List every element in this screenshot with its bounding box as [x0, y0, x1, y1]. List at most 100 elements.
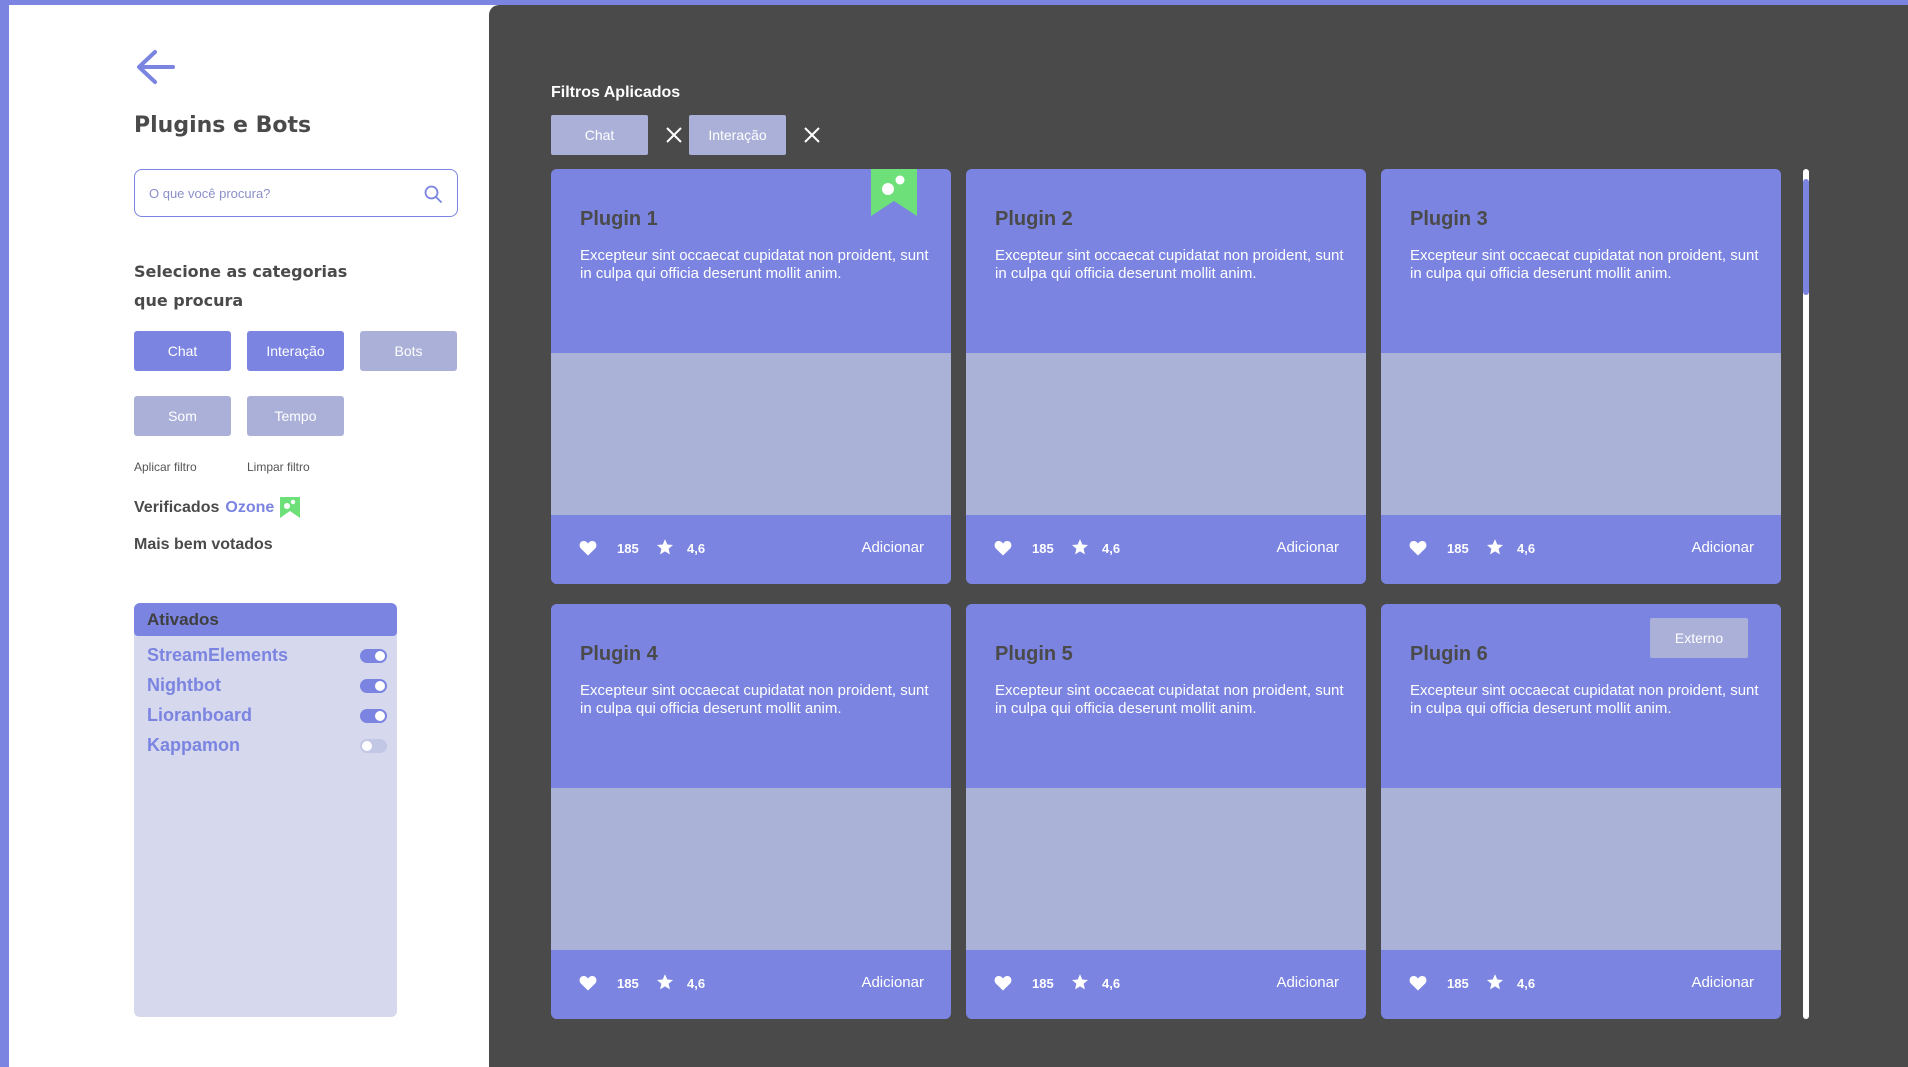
verified-ribbon-icon: [280, 497, 301, 518]
active-item-label: StreamElements: [147, 645, 289, 665]
clear-filter-link[interactable]: Limpar filtro: [247, 460, 310, 474]
star-icon: [1486, 539, 1504, 555]
top-voted-filter[interactable]: Mais bem votados: [134, 536, 273, 554]
verified-filter[interactable]: Verificados Ozone: [134, 497, 301, 518]
rating-value: 4,6: [1517, 976, 1536, 991]
category-interacao-button[interactable]: Interação: [247, 331, 344, 371]
card-description: Excepteur sint occaecat cupidatat non pr…: [995, 682, 1344, 717]
star-icon: [656, 974, 674, 990]
card-footer: 185 4,6 Adicionar: [551, 950, 951, 1019]
card-description: Excepteur sint occaecat cupidatat non pr…: [580, 247, 929, 282]
verified-ribbon-icon: [871, 169, 917, 216]
card-title: Plugin 6: [1410, 643, 1488, 665]
card-footer: 185 4,6 Adicionar: [1381, 515, 1781, 584]
heart-icon[interactable]: [994, 540, 1012, 556]
apply-filter-link[interactable]: Aplicar filtro: [134, 460, 197, 474]
card-description: Excepteur sint occaecat cupidatat non pr…: [1410, 682, 1759, 717]
card-footer: 185 4,6 Adicionar: [966, 515, 1366, 584]
verified-brand: Ozone: [225, 498, 275, 516]
card-title: Plugin 3: [1410, 208, 1488, 230]
category-heading: Selecione as categorias que procura: [134, 257, 394, 315]
streamelements-toggle[interactable]: [360, 649, 387, 663]
close-icon[interactable]: [664, 125, 684, 145]
plugin-card[interactable]: Plugin 2 Excepteur sint occaecat cupidat…: [966, 169, 1366, 584]
applied-filter-chip: Interação: [689, 115, 786, 155]
external-badge: Externo: [1650, 618, 1748, 658]
card-image-placeholder: [1381, 353, 1781, 515]
card-title: Plugin 5: [995, 643, 1073, 665]
main-content: Filtros Aplicados Chat Interação Plugin …: [489, 5, 1908, 1067]
card-header: Plugin 2 Excepteur sint occaecat cupidat…: [966, 169, 1366, 353]
plugin-card[interactable]: Plugin 1 Excepteur sint occaecat cupidat…: [551, 169, 951, 584]
active-item-streamelements: StreamElements: [134, 640, 397, 670]
card-title: Plugin 1: [580, 208, 658, 230]
heart-icon[interactable]: [579, 975, 597, 991]
card-image-placeholder: [551, 353, 951, 515]
lioranboard-toggle[interactable]: [360, 709, 387, 723]
rating-value: 4,6: [687, 541, 706, 556]
add-plugin-button[interactable]: Adicionar: [861, 539, 924, 556]
likes-count: 185: [1447, 976, 1469, 991]
card-footer: 185 4,6 Adicionar: [1381, 950, 1781, 1019]
active-item-lioranboard: Lioranboard: [134, 700, 397, 730]
heart-icon[interactable]: [1409, 540, 1427, 556]
category-bots-button[interactable]: Bots: [360, 331, 457, 371]
add-plugin-button[interactable]: Adicionar: [1276, 539, 1339, 556]
back-arrow-icon[interactable]: [133, 47, 179, 87]
active-item-kappamon: Kappamon: [134, 730, 397, 760]
card-footer: 185 4,6 Adicionar: [966, 950, 1366, 1019]
active-plugins-panel: Ativados StreamElements Nightbot Lioranb…: [134, 603, 397, 1017]
active-item-label: Lioranboard: [147, 705, 253, 725]
card-header: Plugin 4 Excepteur sint occaecat cupidat…: [551, 604, 951, 788]
card-description: Excepteur sint occaecat cupidatat non pr…: [580, 682, 929, 717]
card-title: Plugin 4: [580, 643, 658, 665]
star-icon: [1486, 974, 1504, 990]
category-heading-line1: Selecione as categorias: [134, 262, 348, 281]
heart-icon[interactable]: [579, 540, 597, 556]
scrollbar-thumb[interactable]: [1803, 179, 1809, 295]
category-tempo-button[interactable]: Tempo: [247, 396, 344, 436]
add-plugin-button[interactable]: Adicionar: [1691, 974, 1754, 991]
star-icon: [656, 539, 674, 555]
add-plugin-button[interactable]: Adicionar: [1691, 539, 1754, 556]
card-header: Plugin 3 Excepteur sint occaecat cupidat…: [1381, 169, 1781, 353]
likes-count: 185: [617, 976, 639, 991]
card-header: Plugin 5 Excepteur sint occaecat cupidat…: [966, 604, 1366, 788]
plugin-card[interactable]: Plugin 6 Excepteur sint occaecat cupidat…: [1381, 604, 1781, 1019]
kappamon-toggle[interactable]: [360, 739, 387, 753]
category-som-button[interactable]: Som: [134, 396, 231, 436]
active-item-nightbot: Nightbot: [134, 670, 397, 700]
card-image-placeholder: [551, 788, 951, 950]
rating-value: 4,6: [687, 976, 706, 991]
card-description: Excepteur sint occaecat cupidatat non pr…: [995, 247, 1344, 282]
plugin-card[interactable]: Plugin 4 Excepteur sint occaecat cupidat…: [551, 604, 951, 1019]
search-input[interactable]: [149, 182, 409, 204]
add-plugin-button[interactable]: Adicionar: [861, 974, 924, 991]
card-title: Plugin 2: [995, 208, 1073, 230]
category-heading-line2: que procura: [134, 291, 244, 310]
nightbot-toggle[interactable]: [360, 679, 387, 693]
search-icon[interactable]: [423, 184, 443, 204]
verified-label: Verificados: [134, 498, 220, 516]
plugin-card[interactable]: Plugin 3 Excepteur sint occaecat cupidat…: [1381, 169, 1781, 584]
heart-icon[interactable]: [994, 975, 1012, 991]
rating-value: 4,6: [1102, 976, 1121, 991]
card-description: Excepteur sint occaecat cupidatat non pr…: [1410, 247, 1759, 282]
card-footer: 185 4,6 Adicionar: [551, 515, 951, 584]
category-chat-button[interactable]: Chat: [134, 331, 231, 371]
active-item-label: Kappamon: [147, 735, 241, 755]
scrollbar-track[interactable]: [1803, 169, 1809, 1019]
close-icon[interactable]: [802, 125, 822, 145]
likes-count: 185: [1032, 976, 1054, 991]
add-plugin-button[interactable]: Adicionar: [1276, 974, 1339, 991]
rating-value: 4,6: [1517, 541, 1536, 556]
card-header: Plugin 6 Excepteur sint occaecat cupidat…: [1381, 604, 1781, 788]
heart-icon[interactable]: [1409, 975, 1427, 991]
card-image-placeholder: [966, 353, 1366, 515]
applied-filter-chip: Chat: [551, 115, 648, 155]
search-box: [134, 169, 458, 217]
card-header: Plugin 1 Excepteur sint occaecat cupidat…: [551, 169, 951, 353]
plugin-card[interactable]: Plugin 5 Excepteur sint occaecat cupidat…: [966, 604, 1366, 1019]
applied-filters-title: Filtros Aplicados: [551, 84, 681, 101]
active-panel-title: Ativados: [134, 603, 397, 636]
